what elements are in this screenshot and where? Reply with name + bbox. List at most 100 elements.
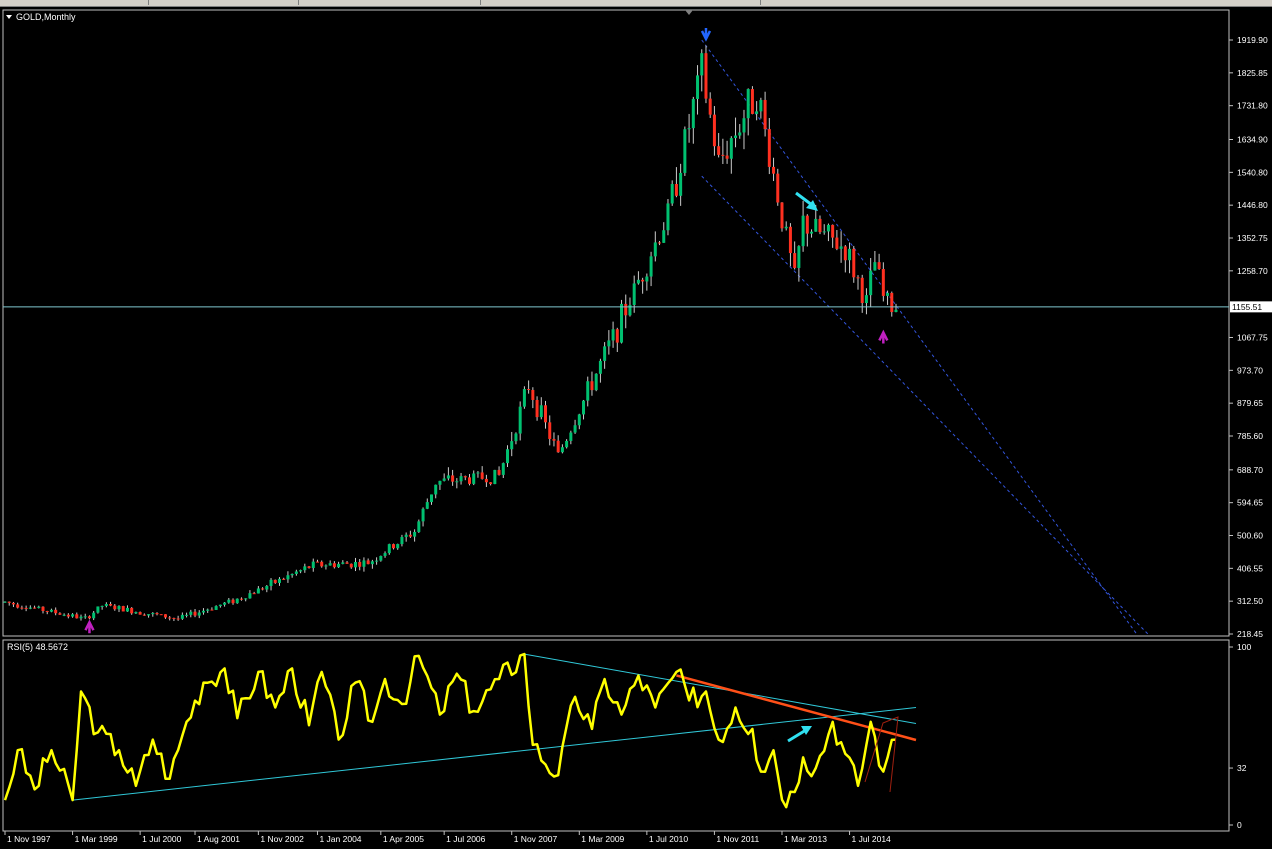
annotation-arrow-price[interactable]: [795, 191, 813, 207]
candle-body: [71, 614, 75, 617]
date-tick-label: 1 Jul 2006: [446, 834, 485, 844]
candle-body: [341, 562, 345, 564]
candle-body: [620, 303, 624, 343]
candle-body: [497, 469, 501, 475]
candle-body: [66, 614, 70, 617]
date-tick-label: 1 Mar 2013: [784, 834, 827, 844]
date-tick-label: 1 Jan 2004: [319, 834, 361, 844]
date-tick-label: 1 Jul 2014: [852, 834, 891, 844]
candle-body: [248, 593, 252, 599]
candle-body: [299, 570, 303, 572]
candle-body: [468, 477, 472, 484]
candle-body: [45, 611, 49, 613]
candle-body: [451, 475, 455, 482]
chart-canvas[interactable]: GOLD,Monthly 1919.90 1825.85 1731.80 1634.9…: [0, 7, 1272, 844]
candle-body: [142, 614, 146, 616]
current-price-label: 1155.51: [1232, 302, 1262, 312]
rsi-trendline[interactable]: [524, 653, 917, 725]
annotation-arrow-rsi[interactable]: [787, 728, 807, 743]
candle-body: [366, 560, 370, 565]
candle-body: [653, 242, 657, 257]
candle-body: [860, 277, 864, 304]
date-tick-label: 1 Nov 1997: [7, 834, 51, 844]
candle-body: [438, 480, 442, 485]
candle-body: [83, 616, 87, 618]
candle-body: [839, 246, 843, 249]
rsi-trendline[interactable]: [72, 707, 917, 801]
candle-body: [797, 246, 801, 268]
candle-body: [582, 400, 586, 415]
candle-body: [210, 609, 214, 611]
candle-body: [510, 441, 514, 450]
candle-body: [624, 303, 628, 316]
candle-body: [780, 202, 784, 229]
candle-body: [62, 614, 66, 616]
channel-lower-line[interactable]: [701, 175, 1149, 635]
candle-body: [801, 215, 805, 247]
chart-title: GOLD,Monthly: [16, 12, 76, 22]
chart-shift-marker-icon[interactable]: [685, 10, 693, 15]
candle-body: [442, 478, 446, 481]
candle-body: [835, 237, 839, 249]
candle-body: [375, 560, 379, 562]
candle-body: [611, 329, 615, 341]
rsi-trendlines[interactable]: [72, 653, 917, 801]
price-tick-label: 594.65: [1237, 498, 1263, 508]
candle-body: [446, 475, 450, 479]
candle-body: [776, 173, 780, 203]
chart-window[interactable]: GOLD,Monthly 1919.90 1825.85 1731.80 1634.9…: [0, 7, 1272, 844]
candle-body: [805, 215, 809, 234]
toolbar-separator: [298, 0, 299, 5]
candle-body: [332, 563, 336, 568]
candle-body: [290, 573, 294, 576]
candle-body: [522, 389, 526, 407]
candle-body: [877, 262, 881, 270]
candle-body: [277, 578, 281, 583]
candle-body: [256, 588, 260, 594]
price-tick-label: 1067.75: [1237, 332, 1268, 342]
candle-body: [429, 494, 433, 503]
candle-body: [679, 172, 683, 196]
price-tick-label: 500.60: [1237, 530, 1263, 540]
candle-body: [121, 606, 125, 612]
candle-body: [324, 565, 328, 567]
candle-body: [100, 605, 104, 607]
candle-body: [535, 399, 539, 418]
candle-body: [16, 604, 20, 608]
date-tick-label: 1 Nov 2007: [514, 834, 558, 844]
candle-body: [894, 309, 898, 313]
candle-body: [20, 607, 24, 609]
candle-body: [252, 593, 256, 595]
rsi-axis: 100 32 0: [1229, 642, 1251, 830]
candle-body: [598, 360, 602, 374]
price-tick-label: 973.70: [1237, 365, 1263, 375]
candle-body: [7, 601, 11, 603]
candle-body: [810, 231, 814, 234]
candle-body: [265, 586, 269, 590]
candle-body: [54, 609, 58, 614]
signal-arrows: [84, 27, 889, 634]
candle-body: [273, 579, 277, 583]
candle-body: [501, 463, 505, 475]
candle-body: [691, 98, 695, 129]
candle-body: [223, 602, 227, 605]
candle-body: [400, 536, 404, 545]
candle-body: [674, 184, 678, 196]
price-tick-label: 218.45: [1237, 629, 1263, 639]
candle-body: [577, 414, 581, 426]
candle-body: [560, 447, 564, 453]
date-tick-label: 1 Nov 2002: [260, 834, 304, 844]
chart-menu-triangle-icon[interactable]: [6, 15, 12, 19]
terminal-toolbar-strip: [0, 0, 1272, 7]
date-tick-label: 1 Mar 1999: [75, 834, 118, 844]
candle-body: [552, 438, 556, 441]
candle-body: [227, 599, 231, 603]
candle-body: [712, 114, 716, 147]
channel-upper-line[interactable]: [701, 39, 1138, 635]
candle-body: [729, 138, 733, 159]
candle-body: [235, 598, 239, 604]
candle-body: [704, 53, 708, 99]
candle-body: [320, 561, 324, 567]
candle-body: [881, 269, 885, 296]
candle-body: [476, 472, 480, 474]
